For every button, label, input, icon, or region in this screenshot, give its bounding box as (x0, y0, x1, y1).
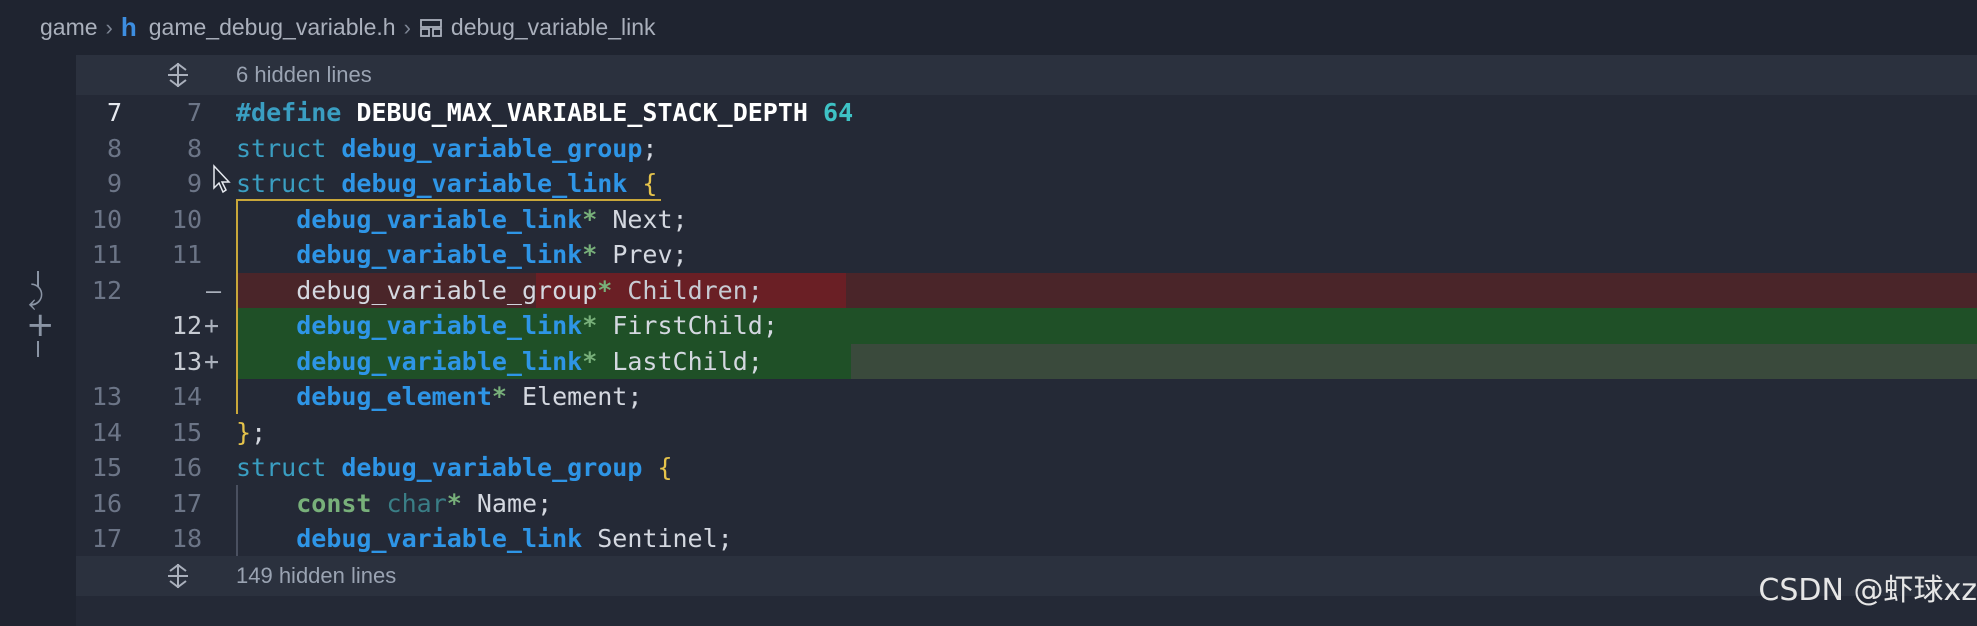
indent-guide (236, 485, 238, 556)
old-line-number: 16 (91, 488, 122, 518)
code-line: 13 14 debug_element* Element; (76, 379, 1977, 415)
new-line-number: 14 (171, 382, 202, 411)
new-line-number: 15 (171, 417, 202, 447)
code-line: 8 8 struct debug_variable_group; (76, 131, 1977, 167)
removed-line: 12 — debug_variable_group* Children; (76, 272, 1977, 308)
hidden-lines-label: 6 hidden lines (236, 62, 372, 87)
scope-guide (236, 201, 238, 414)
breadcrumb-file[interactable]: game_debug_variable.h (149, 14, 396, 41)
chevron-right-icon: › (403, 14, 411, 40)
code-line: 16 17 const char* Name; (76, 486, 1977, 522)
add-icon[interactable]: + (26, 305, 55, 345)
code-line: 14 15 }; (76, 415, 1977, 451)
new-line-number: 11 (171, 240, 202, 269)
scope-guide-top (236, 199, 661, 201)
added-line: 13 + debug_variable_link* LastChild; (76, 343, 1977, 379)
breadcrumb-folder[interactable]: game (40, 14, 98, 41)
old-line-number: 15 (91, 453, 122, 482)
old-line-number: 9 (106, 169, 122, 198)
code-line: 7 7 #define DEBUG_MAX_VARIABLE_STACK_DEP… (76, 95, 1977, 131)
added-line-tail (851, 343, 1977, 379)
unfold-icon[interactable] (164, 61, 192, 89)
old-line-number: 10 (91, 204, 122, 234)
new-line-number: 18 (171, 524, 202, 553)
code-text: debug_variable_group* Children; (296, 275, 763, 305)
new-line-number: 13 (171, 346, 202, 376)
old-line-number: 13 (91, 382, 122, 411)
breadcrumb: game › h game_debug_variable.h › debug_v… (0, 0, 1977, 55)
old-line-number: 17 (91, 524, 122, 553)
code-text: struct debug_variable_group; (236, 133, 658, 163)
unfold-icon[interactable] (164, 562, 192, 590)
gutter-divider (37, 341, 39, 357)
added-marker: + (204, 346, 220, 376)
code-line: 11 11 debug_variable_link* Prev; (76, 237, 1977, 273)
code-text: debug_variable_link Sentinel; (296, 524, 733, 553)
new-line-number: 7 (186, 98, 202, 127)
file-h-icon: h (120, 12, 137, 42)
code-text: debug_element* Element; (296, 382, 643, 411)
removed-marker: — (206, 275, 222, 305)
diff-gutter-actions: ⤸ + (0, 55, 76, 626)
code-text: debug_variable_link* Next; (296, 204, 688, 234)
new-line-number: 8 (186, 133, 202, 163)
new-line-number: 10 (171, 204, 202, 234)
hidden-lines-bar-bottom[interactable]: 149 hidden lines (76, 556, 1977, 596)
mouse-cursor-icon (213, 164, 231, 194)
code-text: const char* Name; (296, 488, 553, 518)
added-line: 12 + debug_variable_link* FirstChild; (76, 308, 1977, 344)
old-line-number: 7 (106, 98, 122, 127)
hidden-lines-bar-top[interactable]: 6 hidden lines (76, 55, 1977, 95)
old-line-number: 11 (91, 240, 122, 269)
code-line: 15 16 struct debug_variable_group { (76, 450, 1977, 486)
code-text: }; (236, 417, 267, 447)
new-line-number: 16 (171, 453, 202, 482)
chevron-right-icon: › (105, 14, 113, 40)
code-line: 17 18 debug_variable_link Sentinel; (76, 521, 1977, 557)
code-text: struct debug_variable_link { (236, 169, 658, 198)
new-line-number: 12 (171, 311, 202, 340)
breadcrumb-symbol[interactable]: debug_variable_link (451, 14, 656, 41)
new-line-number: 9 (186, 169, 202, 198)
code-text: debug_variable_link* FirstChild; (296, 311, 778, 340)
code-line: 10 10 debug_variable_link* Next; (76, 202, 1977, 238)
old-line-number: 14 (91, 417, 122, 447)
symbol-struct-icon (420, 18, 442, 37)
new-line-number: 17 (171, 488, 202, 518)
code-text: #define DEBUG_MAX_VARIABLE_STACK_DEPTH 6… (236, 98, 854, 127)
code-text: debug_variable_link* Prev; (296, 240, 688, 269)
code-line: 9 9 struct debug_variable_link { (76, 166, 1977, 202)
old-line-number: 12 (91, 275, 122, 305)
code-text: struct debug_variable_group { (236, 453, 673, 482)
hidden-lines-label: 149 hidden lines (236, 563, 397, 588)
code-text: debug_variable_link* LastChild; (296, 346, 763, 376)
watermark: CSDN @虾球xz (1758, 573, 1977, 608)
old-line-number: 8 (106, 133, 122, 163)
added-marker: + (204, 311, 220, 340)
